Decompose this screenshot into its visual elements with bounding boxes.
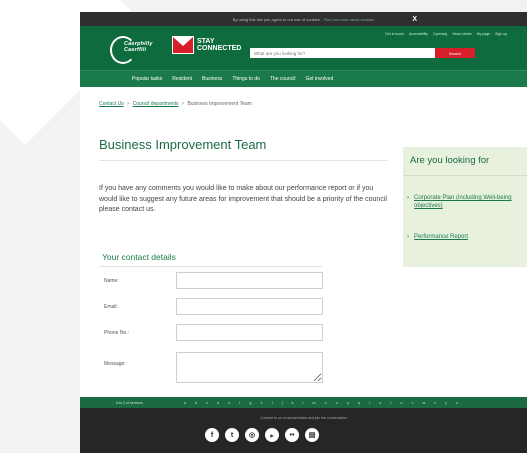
performance-report-link[interactable]: › Performance Report [407,233,524,241]
search-button[interactable]: Search [435,48,475,58]
a-to-z-letters[interactable]: a b c d e f g h i j k l m n o p q r s t … [184,401,462,405]
site-header: Caerphilly Caerffili STAY CONNECTED Get … [80,26,527,70]
util-link-cymraeg[interactable]: Cymraeg [433,32,447,36]
instagram-icon[interactable]: ◎ [245,428,259,442]
facebook-icon[interactable]: f [205,428,219,442]
social-links: f t ◎ ▶ •• ▤ [205,428,319,442]
nav-resident[interactable]: Resident [172,76,192,82]
phone-label: Phone No.: [104,330,130,336]
chevron-right-icon: › [407,195,409,201]
utility-links: Get in touch Accessibility Cymraeg News … [385,32,507,36]
sidebar-title: Are you looking for [410,155,490,166]
breadcrumb: Contact Us > Council departments > Business … [99,101,252,107]
corporate-plan-label[interactable]: Corporate Plan (including Well-being obj… [414,195,512,209]
intro-text: If you have any comments you would like … [99,185,387,213]
envelope-icon [172,36,194,54]
corporate-plan-link[interactable]: › Corporate Plan (including Well-being o… [407,194,524,210]
phone-field[interactable] [176,324,323,341]
breadcrumb-contact-us[interactable]: Contact Us [99,101,124,107]
nav-get-involved[interactable]: Get involved [305,76,333,82]
chevron-right-icon: › [407,234,409,240]
util-link-sign-up[interactable]: Sign up [495,32,507,36]
sidebar-divider [403,175,527,176]
util-link-accessibility[interactable]: Accessibility [409,32,428,36]
title-divider [99,160,387,161]
breadcrumb-council-departments[interactable]: Council departments [133,101,179,107]
nav-business[interactable]: Business [202,76,222,82]
form-title: Your contact details [102,252,176,262]
stay-connected-link[interactable]: STAY CONNECTED [172,36,241,54]
util-link-news[interactable]: News centre [452,32,471,36]
email-label: Email: [104,304,118,310]
cookie-text: By using this site you agree to our use … [232,16,320,22]
web-page: By using this site you agree to our use … [80,12,527,453]
util-link-my-page[interactable]: My page [477,32,490,36]
util-link-contact[interactable]: Get in touch [385,32,404,36]
nav-the-council[interactable]: The council [270,76,296,82]
name-label: Name: [104,278,119,284]
council-logo[interactable]: Caerphilly Caerffili [110,36,162,64]
a-to-z-bar: A to Z of services a b c d e f g h i j k… [80,397,527,408]
cookie-link[interactable]: Find out more about cookies [324,17,374,22]
cookie-bar: By using this site you agree to our use … [80,12,527,26]
nav-things-to-do[interactable]: Things to do [232,76,260,82]
stay-label: STAY [197,38,215,45]
message-field[interactable] [176,352,323,383]
connected-label: CONNECTED [197,45,242,52]
page-title: Business Improvement Team [99,137,267,152]
breadcrumb-current: Business Improvement Team [187,101,252,107]
form-divider [99,266,322,267]
logo-text-welsh: Caerffili [124,47,147,53]
email-field[interactable] [176,298,323,315]
name-field[interactable] [176,272,323,289]
cookie-close-button[interactable]: X [412,16,417,23]
search-bar: Search [250,48,475,58]
news-icon[interactable]: ▤ [305,428,319,442]
twitter-icon[interactable]: t [225,428,239,442]
youtube-icon[interactable]: ▶ [265,428,279,442]
search-input[interactable] [250,48,435,58]
message-label: Message: [104,361,126,367]
related-links-panel: Are you looking for › Corporate Plan (in… [403,147,527,267]
a-to-z-label[interactable]: A to Z of services [116,401,166,405]
nav-popular-tasks[interactable]: Popular tasks [132,76,162,82]
flickr-icon[interactable]: •• [285,428,299,442]
main-nav: Popular tasks Resident Business Things t… [80,70,527,87]
social-connect-text: Connect to us on social media and join t… [260,416,347,420]
site-footer: Connect to us on social media and join t… [80,408,527,453]
performance-report-label[interactable]: Performance Report [414,234,468,240]
